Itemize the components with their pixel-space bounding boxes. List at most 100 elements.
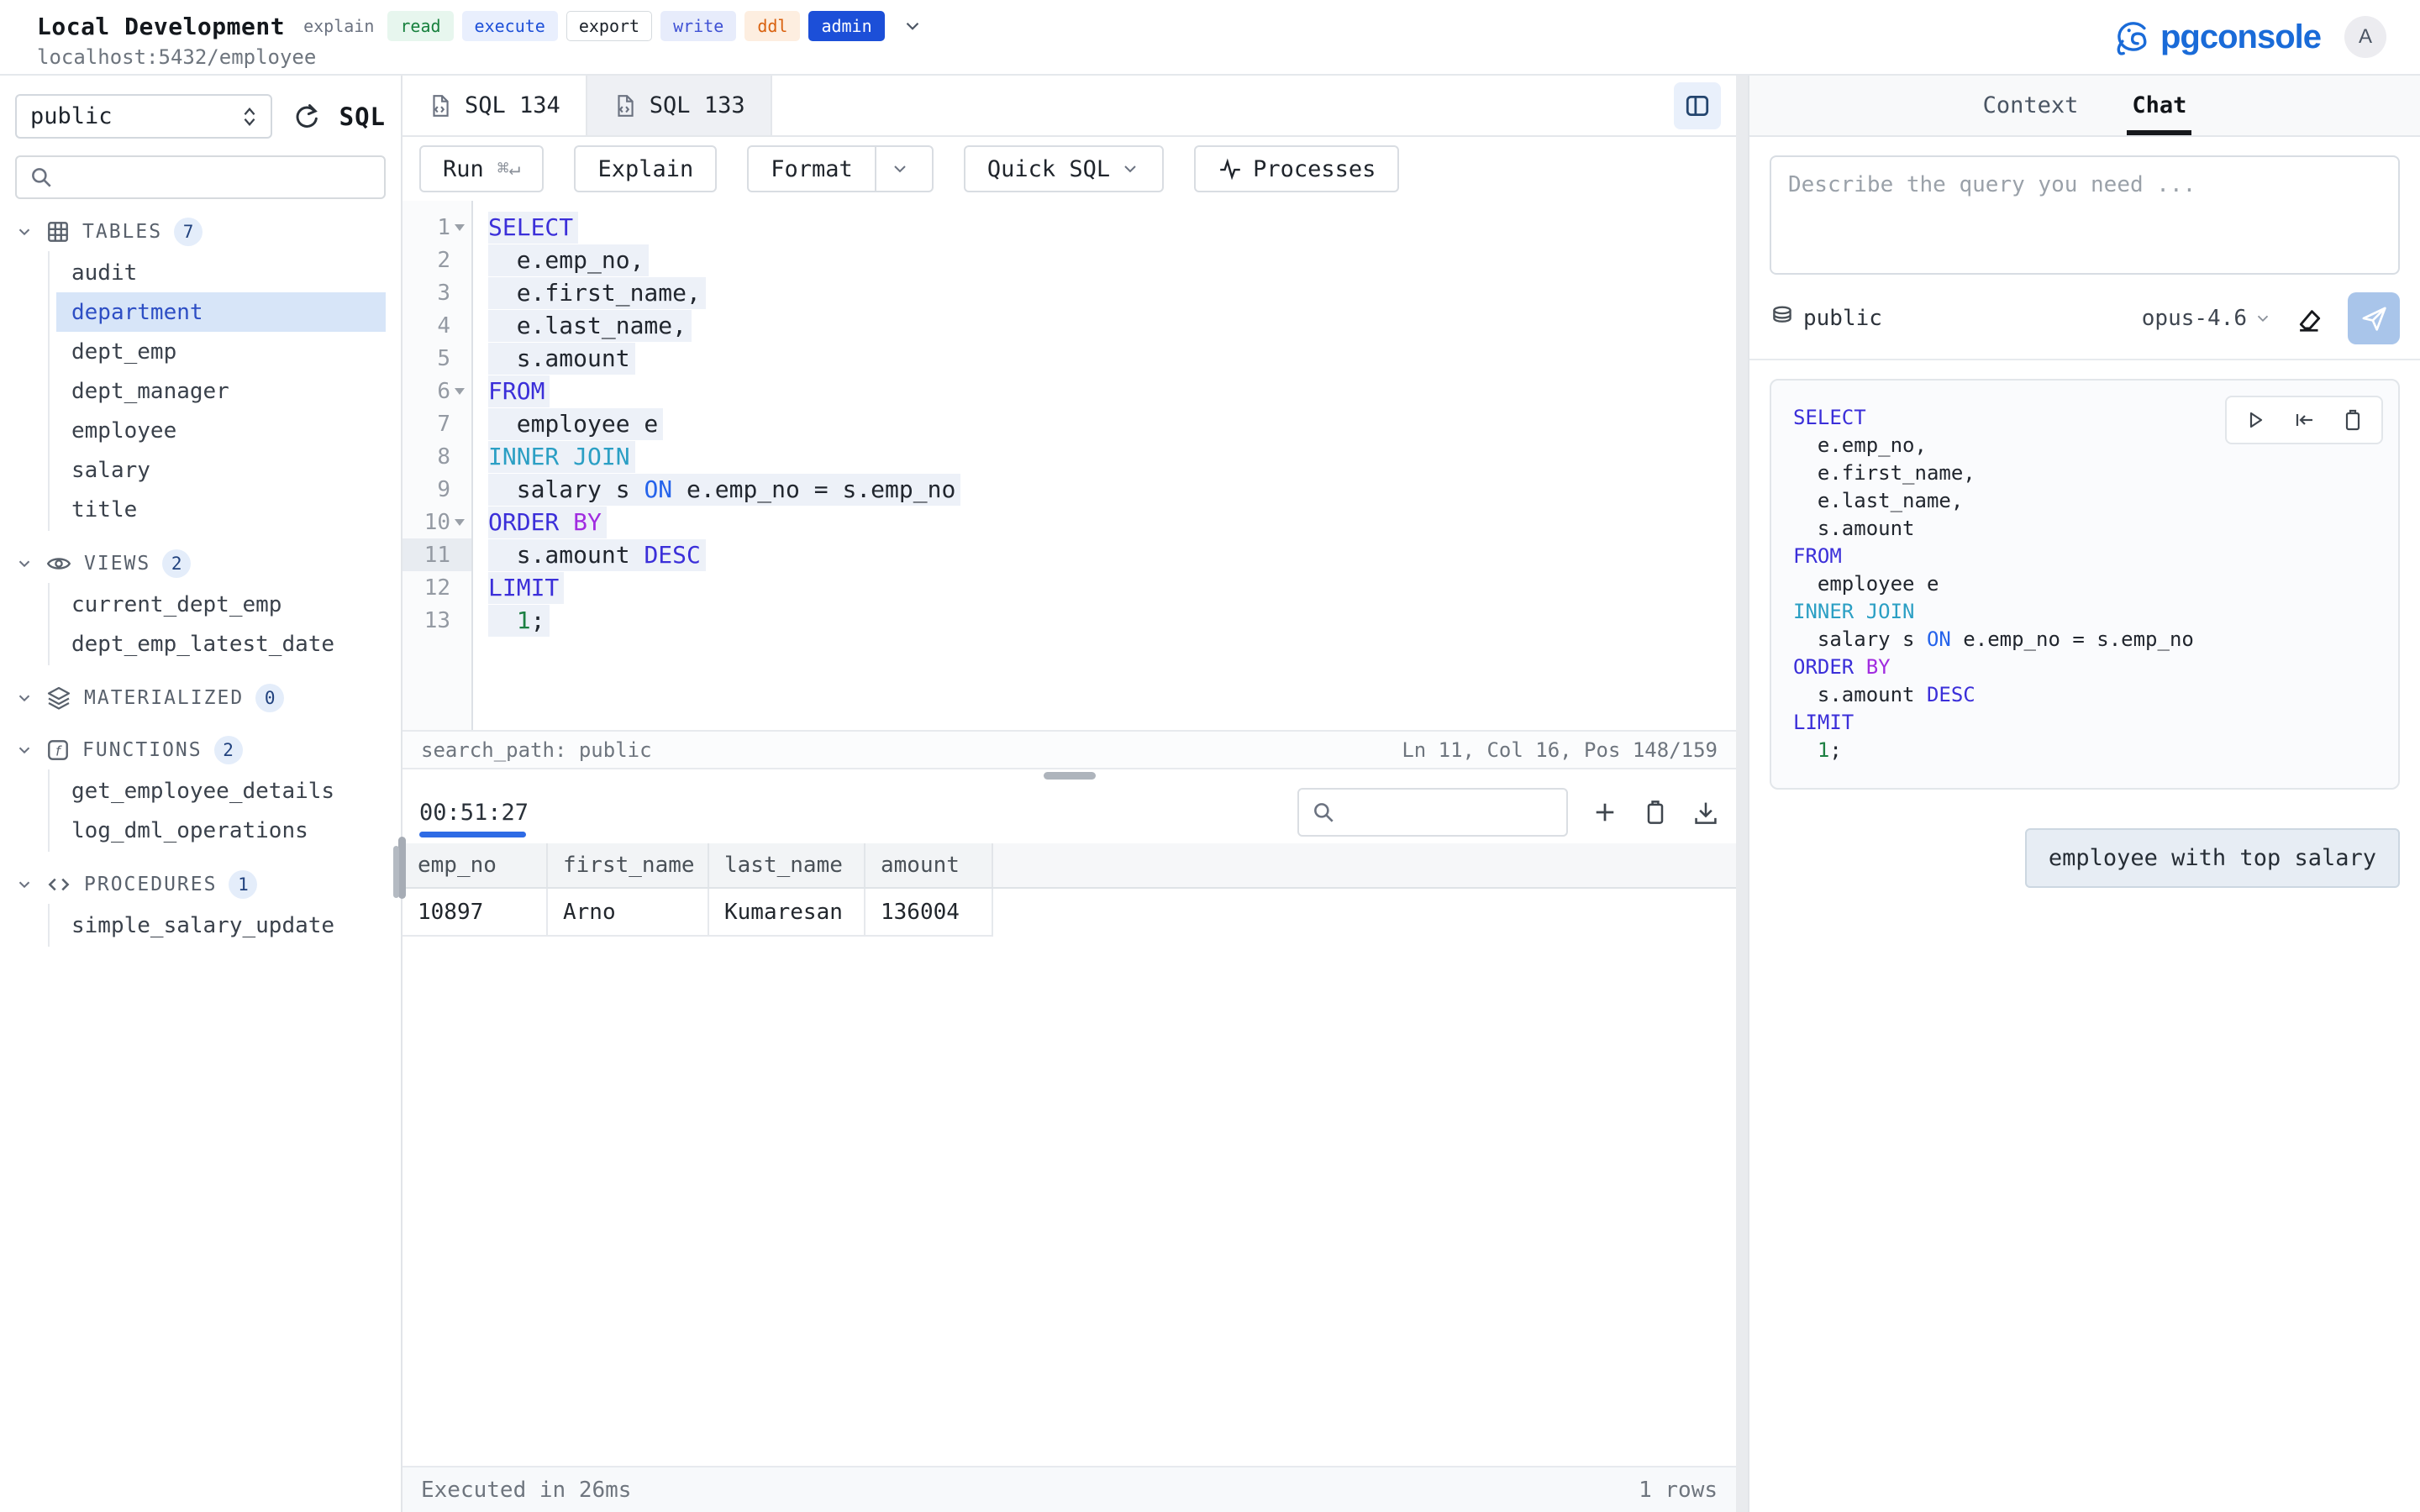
assistant-code-line-9: salary s ON e.emp_no = s.emp_no bbox=[1793, 626, 2376, 654]
tree-section-procedures: PROCEDURES1simple_salary_update bbox=[15, 865, 386, 947]
fold-arrow-icon[interactable] bbox=[455, 519, 465, 526]
tree-item-get_employee_details[interactable]: get_employee_details bbox=[56, 771, 386, 811]
token-id: ; bbox=[1829, 738, 1841, 762]
section-count-badge: 7 bbox=[174, 218, 203, 246]
insert-to-editor-icon[interactable] bbox=[2292, 408, 2316, 432]
chat-schema-chip[interactable]: public bbox=[1770, 305, 1882, 332]
svg-text:f: f bbox=[55, 743, 62, 759]
column-header-last_name[interactable]: last_name bbox=[708, 843, 865, 888]
run-button[interactable]: Run⌘↵ bbox=[419, 145, 544, 192]
code-line-4[interactable]: e.last_name, bbox=[473, 309, 1736, 342]
assistant-code-line-8: INNER JOIN bbox=[1793, 598, 2376, 626]
tab-sql-133[interactable]: SQL 133 bbox=[587, 76, 772, 135]
results-search-input[interactable] bbox=[1344, 801, 1612, 825]
tree-section-header-functions[interactable]: fFUNCTIONS2 bbox=[15, 731, 386, 769]
token-join: INNER JOIN bbox=[1793, 600, 1915, 623]
tree-section-header-materialized[interactable]: MATERIALIZED0 bbox=[15, 679, 386, 717]
table-row[interactable]: 10897ArnoKumaresan136004 bbox=[402, 888, 1736, 936]
panel-resize-handle[interactable] bbox=[1736, 76, 1748, 1512]
token-id: employee e bbox=[1793, 572, 1939, 596]
code-line-12[interactable]: LIMIT bbox=[473, 571, 1736, 604]
token-kw: DESC bbox=[1927, 683, 1975, 706]
tree-item-dept_emp[interactable]: dept_emp bbox=[56, 332, 386, 371]
permission-badges: readexecuteexportwriteddladmin bbox=[387, 11, 884, 41]
sidebar-sql-label: SQL bbox=[339, 102, 386, 131]
tree-section-header-views[interactable]: VIEWS2 bbox=[15, 544, 386, 583]
tree-item-department[interactable]: department bbox=[56, 292, 386, 332]
section-label: MATERIALIZED bbox=[84, 687, 244, 709]
elephant-logo-icon bbox=[2108, 15, 2152, 59]
chat-thread: SELECT e.emp_no, e.first_name, e.last_na… bbox=[1749, 360, 2420, 1512]
fold-arrow-icon[interactable] bbox=[455, 388, 465, 395]
column-header-first_name[interactable]: first_name bbox=[547, 843, 708, 888]
quick-sql-button[interactable]: Quick SQL bbox=[964, 145, 1164, 192]
token-special: BY bbox=[573, 508, 602, 536]
copy-snippet-icon[interactable] bbox=[2341, 408, 2365, 432]
tree-item-log_dml_operations[interactable]: log_dml_operations bbox=[56, 811, 386, 850]
clear-chat-eraser-icon[interactable] bbox=[2294, 302, 2326, 334]
sidebar-scrollbar-thumb[interactable] bbox=[393, 846, 399, 898]
sidebar-resize-handle[interactable] bbox=[398, 837, 406, 899]
schema-select[interactable]: public bbox=[15, 94, 272, 139]
result-timer-tab[interactable]: 00:51:27 bbox=[419, 781, 529, 843]
tree-item-audit[interactable]: audit bbox=[56, 253, 386, 292]
avatar[interactable]: A bbox=[2344, 16, 2386, 58]
processes-button[interactable]: Processes bbox=[1194, 145, 1399, 192]
code-line-11[interactable]: s.amount DESC bbox=[473, 538, 1736, 571]
chevron-down-icon bbox=[15, 554, 34, 573]
code-line-10[interactable]: ORDER BY bbox=[473, 506, 1736, 538]
tab-sql-134[interactable]: SQL 134 bbox=[402, 76, 587, 135]
code-line-8[interactable]: INNER JOIN bbox=[473, 440, 1736, 473]
refresh-icon[interactable] bbox=[291, 102, 321, 132]
drag-pill[interactable] bbox=[1044, 772, 1096, 780]
permission-badge-admin: admin bbox=[808, 11, 884, 41]
token-id: e.emp_no, bbox=[488, 246, 644, 274]
tree-section-header-tables[interactable]: TABLES7 bbox=[15, 213, 386, 251]
gutter-line-10: 10 bbox=[402, 506, 471, 538]
format-dropdown-chevron-icon[interactable] bbox=[875, 145, 910, 192]
tree-item-current_dept_emp[interactable]: current_dept_emp bbox=[56, 585, 386, 624]
pulse-icon bbox=[1218, 156, 1243, 181]
tree-item-dept_emp_latest_date[interactable]: dept_emp_latest_date bbox=[56, 624, 386, 664]
tree-item-employee[interactable]: employee bbox=[56, 411, 386, 450]
editor-toolbar: Run⌘↵ Explain Format Quick SQL bbox=[402, 137, 1736, 201]
explain-button[interactable]: Explain bbox=[574, 145, 717, 192]
tree-item-title[interactable]: title bbox=[56, 490, 386, 529]
sql-editor[interactable]: 12345678910111213 SELECT e.emp_no, e.fir… bbox=[402, 201, 1736, 730]
copy-results-icon[interactable] bbox=[1642, 799, 1669, 826]
tab-label: SQL 133 bbox=[650, 92, 745, 118]
run-snippet-play-icon[interactable] bbox=[2244, 408, 2267, 432]
editor-code-area[interactable]: SELECT e.emp_no, e.first_name, e.last_na… bbox=[473, 201, 1736, 730]
chevron-down-icon[interactable] bbox=[902, 15, 923, 37]
model-select[interactable]: opus-4.6 bbox=[2142, 306, 2272, 331]
code-line-2[interactable]: e.emp_no, bbox=[473, 244, 1736, 276]
chat-prompt-input[interactable] bbox=[1770, 155, 2400, 275]
table-grid-icon bbox=[45, 219, 71, 244]
format-button[interactable]: Format bbox=[747, 145, 934, 192]
tree-section-header-procedures[interactable]: PROCEDURES1 bbox=[15, 865, 386, 904]
sidebar-search-input[interactable] bbox=[62, 165, 372, 190]
tree-item-simple_salary_update[interactable]: simple_salary_update bbox=[56, 906, 386, 945]
tree-item-dept_manager[interactable]: dept_manager bbox=[56, 371, 386, 411]
column-header-emp_no[interactable]: emp_no bbox=[402, 843, 547, 888]
token-kw: DESC bbox=[644, 541, 700, 569]
results-resize-handle[interactable] bbox=[402, 769, 1736, 781]
results-search[interactable] bbox=[1297, 788, 1568, 837]
tab-context[interactable]: Context bbox=[1978, 76, 2084, 135]
tab-chat[interactable]: Chat bbox=[2127, 76, 2191, 135]
sidebar-search[interactable] bbox=[15, 155, 386, 199]
code-line-6[interactable]: FROM bbox=[473, 375, 1736, 407]
code-line-9[interactable]: salary s ON e.emp_no = s.emp_no bbox=[473, 473, 1736, 506]
tree-item-salary[interactable]: salary bbox=[56, 450, 386, 490]
code-line-3[interactable]: e.first_name, bbox=[473, 276, 1736, 309]
code-line-7[interactable]: employee e bbox=[473, 407, 1736, 440]
send-button[interactable] bbox=[2348, 292, 2400, 344]
add-tab-icon[interactable] bbox=[1591, 799, 1618, 826]
download-results-icon[interactable] bbox=[1692, 799, 1719, 826]
split-view-button[interactable] bbox=[1674, 82, 1721, 129]
column-header-amount[interactable]: amount bbox=[865, 843, 992, 888]
code-line-13[interactable]: 1; bbox=[473, 604, 1736, 637]
code-line-1[interactable]: SELECT bbox=[473, 211, 1736, 244]
fold-arrow-icon[interactable] bbox=[455, 224, 465, 231]
code-line-5[interactable]: s.amount bbox=[473, 342, 1736, 375]
